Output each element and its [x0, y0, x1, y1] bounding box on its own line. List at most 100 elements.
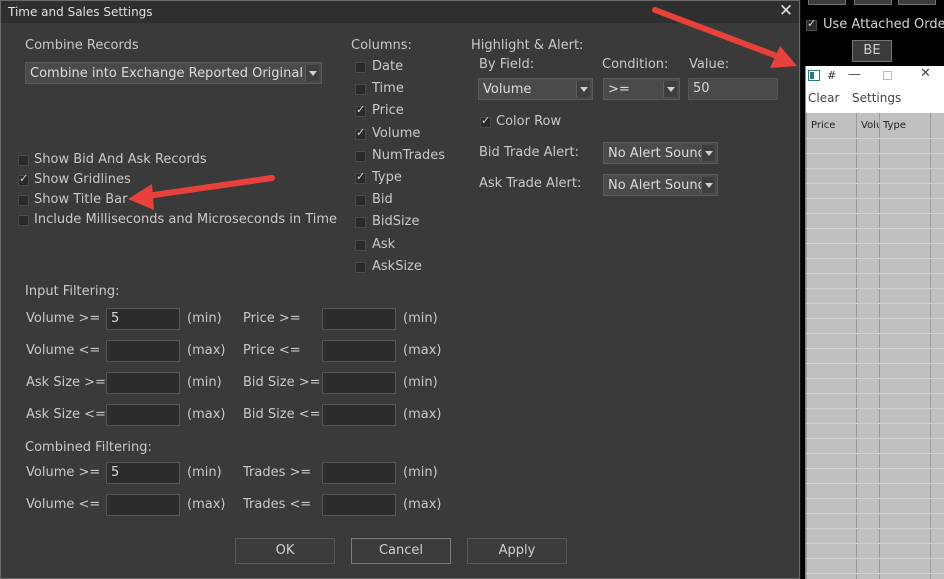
- chevron-down-icon: [663, 81, 677, 97]
- combined-filter-input[interactable]: [322, 462, 396, 484]
- grid-row-line: [806, 378, 944, 379]
- show-bid-ask-checkbox[interactable]: [18, 155, 29, 166]
- grid-row-line: [806, 528, 944, 529]
- ask-trade-alert-value: No Alert Sound: [608, 178, 706, 193]
- chevron-down-icon: [305, 65, 319, 81]
- input-filter-input[interactable]: [106, 404, 180, 426]
- input-filter-label: Volume >=: [26, 311, 101, 326]
- ask-trade-alert-select[interactable]: No Alert Sound: [603, 174, 718, 196]
- input-filter-input[interactable]: [106, 340, 180, 362]
- minimize-icon[interactable]: —: [848, 67, 861, 82]
- show-gridlines-checkbox[interactable]: [18, 172, 29, 186]
- input-filter-input[interactable]: [322, 372, 396, 394]
- bid-trade-alert-select[interactable]: No Alert Sound: [603, 142, 718, 164]
- apply-button[interactable]: Apply: [467, 538, 567, 564]
- grid-row-line: [806, 363, 944, 364]
- column-checkbox-numtrades[interactable]: [355, 151, 366, 162]
- grid-row-line: [806, 393, 944, 394]
- toolbar-button-2[interactable]: [854, 0, 892, 5]
- ok-button[interactable]: OK: [235, 538, 335, 564]
- show-bid-ask-label: Show Bid And Ask Records: [34, 152, 207, 167]
- grid-row-line: [806, 558, 944, 559]
- column-checkbox-ask[interactable]: [355, 240, 366, 251]
- column-checkbox-volume[interactable]: [355, 126, 366, 140]
- combined-filter-label: Trades <=: [243, 497, 312, 512]
- toolbar-button-1[interactable]: [808, 0, 846, 5]
- grid-row-line: [806, 483, 944, 484]
- input-filter-label: Bid Size >=: [243, 375, 321, 390]
- input-filter-input[interactable]: [106, 372, 180, 394]
- condition-select[interactable]: >=: [603, 78, 680, 100]
- close-icon[interactable]: ✕: [920, 66, 931, 81]
- grid-header-type[interactable]: Type: [883, 120, 906, 131]
- input-filter-input[interactable]: [322, 340, 396, 362]
- input-filter-unit: (max): [403, 343, 442, 358]
- show-title-bar-checkbox[interactable]: [18, 195, 29, 206]
- menu-clear[interactable]: Clear: [808, 91, 839, 105]
- input-filter-unit: (min): [403, 311, 438, 326]
- grid-row-line: [806, 153, 944, 154]
- grid-row-line: [806, 498, 944, 499]
- by-field-value: Volume: [483, 82, 532, 97]
- input-filter-label: Volume <=: [26, 343, 101, 358]
- grid-row-line: [806, 408, 944, 409]
- alert-value-input[interactable]: 50: [688, 78, 778, 100]
- combined-filter-input[interactable]: 5: [106, 462, 180, 484]
- grid-row-line: [806, 573, 944, 574]
- dialog-close-icon[interactable]: ✕: [773, 1, 799, 23]
- dialog-titlebar[interactable]: Time and Sales Settings ✕: [1, 1, 799, 23]
- input-filter-unit: (min): [403, 375, 438, 390]
- column-checkbox-date[interactable]: [355, 62, 366, 73]
- window-title-glyph: #: [827, 69, 837, 82]
- combined-filter-unit: (max): [403, 497, 442, 512]
- include-ms-checkbox[interactable]: [18, 215, 29, 226]
- column-checkbox-bidsize[interactable]: [355, 217, 366, 228]
- color-row-label: Color Row: [496, 114, 562, 129]
- grid-row-line: [806, 513, 944, 514]
- toolbar-button-3[interactable]: [898, 0, 936, 5]
- maximize-icon[interactable]: [883, 71, 892, 80]
- combined-filter-unit: (min): [403, 465, 438, 480]
- app-icon: [808, 70, 820, 81]
- by-field-select[interactable]: Volume: [478, 78, 593, 100]
- grid-row-line: [806, 258, 944, 259]
- input-filtering-label: Input Filtering:: [25, 284, 120, 299]
- combine-records-select[interactable]: Combine into Exchange Reported Original …: [25, 62, 322, 84]
- bid-trade-alert-label: Bid Trade Alert:: [479, 145, 579, 160]
- grid-row-line: [806, 183, 944, 184]
- use-attached-orders-checkbox[interactable]: [806, 17, 817, 31]
- grid-row-line: [806, 228, 944, 229]
- column-label-asksize: AskSize: [372, 259, 422, 274]
- combined-filter-unit: (max): [187, 497, 226, 512]
- menu-settings[interactable]: Settings: [852, 91, 901, 105]
- be-button[interactable]: BE: [852, 40, 892, 62]
- input-filter-input[interactable]: [322, 308, 396, 330]
- column-checkbox-type[interactable]: [355, 170, 366, 184]
- grid-row-line: [806, 138, 944, 139]
- column-label-bidsize: BidSize: [372, 214, 420, 229]
- combined-filter-label: Volume >=: [26, 465, 101, 480]
- ask-trade-alert-label: Ask Trade Alert:: [479, 176, 582, 191]
- grid-header-price[interactable]: Price: [811, 120, 835, 131]
- cancel-button[interactable]: Cancel: [351, 538, 451, 564]
- grid-row-line: [806, 273, 944, 274]
- combined-filter-input[interactable]: [322, 494, 396, 516]
- grid-row-line: [806, 168, 944, 169]
- column-label-date: Date: [372, 59, 404, 74]
- column-checkbox-time[interactable]: [355, 84, 366, 95]
- grid-header-volume[interactable]: Volu: [861, 120, 879, 131]
- column-checkbox-asksize[interactable]: [355, 262, 366, 273]
- column-label-time: Time: [372, 81, 404, 96]
- column-checkbox-bid[interactable]: [355, 195, 366, 206]
- column-checkbox-price[interactable]: [355, 103, 366, 117]
- settings-dialog: Time and Sales Settings ✕ Combine Record…: [0, 0, 800, 579]
- chevron-down-icon: [701, 145, 715, 161]
- input-filter-input[interactable]: 5: [106, 308, 180, 330]
- input-filter-input[interactable]: [322, 404, 396, 426]
- grid-row-line: [806, 423, 944, 424]
- combined-filter-input[interactable]: [106, 494, 180, 516]
- color-row-checkbox[interactable]: [480, 114, 491, 128]
- include-ms-label: Include Milliseconds and Microseconds in…: [34, 212, 338, 227]
- column-label-bid: Bid: [372, 192, 393, 207]
- column-label-ask: Ask: [372, 237, 396, 252]
